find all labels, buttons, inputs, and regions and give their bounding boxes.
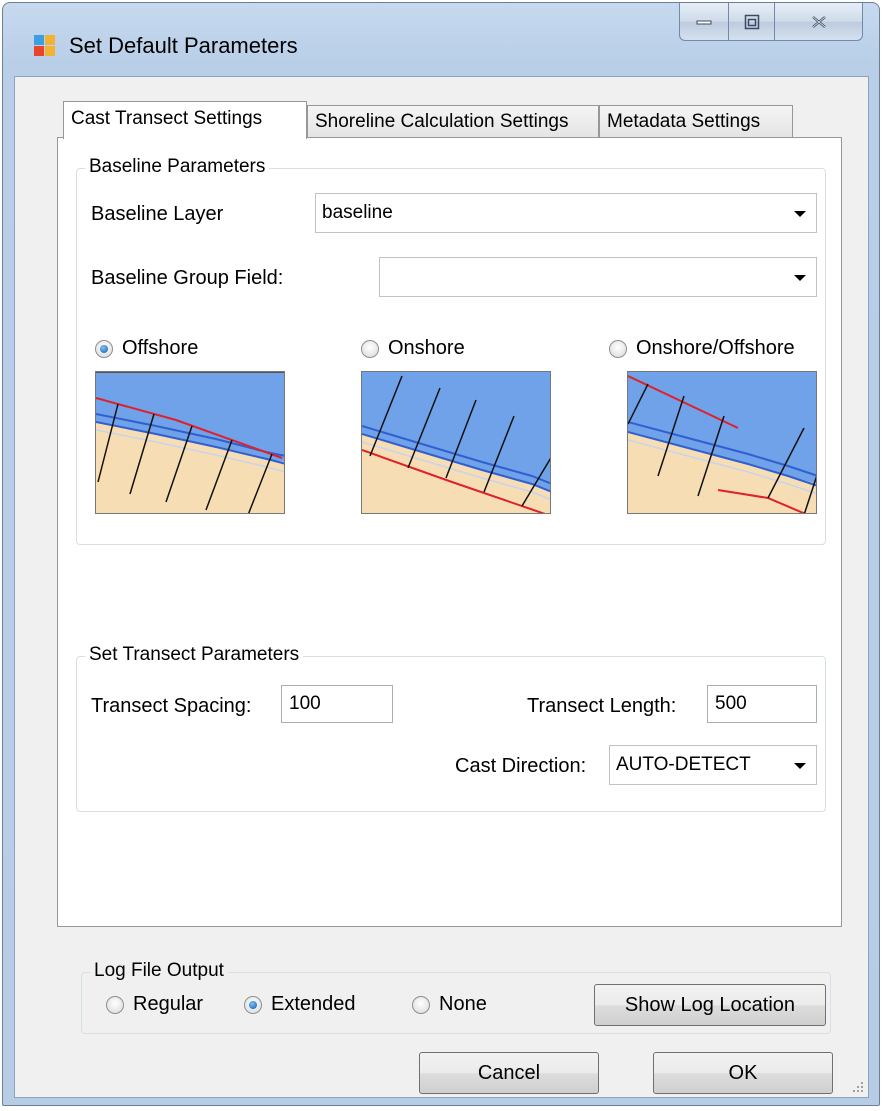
resize-grip-icon[interactable] — [852, 1081, 864, 1093]
radio-onshore-label: Onshore — [388, 337, 465, 359]
baseline-group-field-combo[interactable] — [379, 257, 817, 297]
radio-onshore-offshore-label: Onshore/Offshore — [636, 337, 795, 359]
tab-metadata-settings[interactable]: Metadata Settings — [599, 105, 793, 139]
offshore-diagram-image — [95, 371, 285, 514]
transect-length-label: Transect Length: — [527, 695, 677, 717]
radio-button-icon — [95, 339, 113, 358]
log-file-output-legend: Log File Output — [90, 960, 228, 982]
transect-length-input[interactable]: 500 — [707, 685, 817, 723]
app-icon — [34, 35, 56, 57]
radio-log-none[interactable]: None — [412, 993, 487, 1016]
title-bar[interactable]: Set Default Parameters — [3, 3, 879, 77]
cast-direction-value: AUTO-DETECT — [616, 754, 751, 775]
minimize-button[interactable] — [679, 3, 729, 41]
caption-buttons — [679, 3, 863, 41]
minimize-icon — [696, 20, 712, 24]
onshore-diagram-image — [361, 371, 551, 514]
dialog-client-area: Cast Transect Settings Shoreline Calcula… — [14, 76, 869, 1098]
window-title: Set Default Parameters — [69, 33, 298, 58]
transect-spacing-label: Transect Spacing: — [91, 695, 252, 717]
baseline-layer-combo[interactable]: baseline — [315, 193, 817, 233]
log-file-output-group: Log File Output Regular Extended None Sh… — [81, 960, 831, 1034]
tab-shoreline-calculation-settings[interactable]: Shoreline Calculation Settings — [307, 105, 599, 139]
cancel-button[interactable]: Cancel — [419, 1052, 599, 1094]
radio-offshore[interactable]: Offshore — [95, 337, 198, 360]
maximize-button[interactable] — [729, 3, 775, 41]
transect-parameters-group: Set Transect Parameters Transect Spacing… — [76, 644, 826, 812]
radio-onshore[interactable]: Onshore — [361, 337, 465, 360]
tab-cast-transect-settings[interactable]: Cast Transect Settings — [63, 101, 307, 139]
baseline-parameters-group: Baseline Parameters Baseline Layer basel… — [76, 156, 826, 545]
radio-log-extended[interactable]: Extended — [244, 993, 356, 1016]
close-icon — [811, 15, 826, 28]
baseline-parameters-legend: Baseline Parameters — [85, 156, 270, 178]
transect-parameters-legend: Set Transect Parameters — [85, 644, 304, 666]
baseline-layer-label: Baseline Layer — [91, 203, 224, 225]
ok-button[interactable]: OK — [653, 1052, 833, 1094]
chevron-down-icon — [794, 211, 806, 217]
transect-spacing-input[interactable]: 100 — [281, 685, 393, 723]
baseline-layer-value: baseline — [322, 202, 393, 223]
radio-button-icon — [244, 995, 262, 1014]
cast-direction-combo[interactable]: AUTO-DETECT — [609, 745, 817, 785]
show-log-location-button[interactable]: Show Log Location — [594, 984, 826, 1026]
radio-button-icon — [609, 339, 627, 358]
radio-button-icon — [106, 995, 124, 1014]
radio-button-icon — [361, 339, 379, 358]
chevron-down-icon — [794, 763, 806, 769]
onshore-offshore-diagram-image — [627, 371, 817, 514]
baseline-group-field-label: Baseline Group Field: — [91, 267, 284, 289]
radio-log-none-label: None — [439, 993, 487, 1015]
radio-log-regular[interactable]: Regular — [106, 993, 203, 1016]
radio-log-regular-label: Regular — [133, 993, 204, 1015]
cast-direction-label: Cast Direction: — [455, 755, 587, 777]
restore-icon — [744, 14, 759, 29]
radio-onshore-offshore[interactable]: Onshore/Offshore — [609, 337, 795, 360]
radio-log-extended-label: Extended — [271, 993, 356, 1015]
radio-offshore-label: Offshore — [122, 337, 199, 359]
chevron-down-icon — [794, 275, 806, 281]
tab-page-cast-transect: Baseline Parameters Baseline Layer basel… — [57, 137, 842, 927]
close-button[interactable] — [775, 3, 863, 41]
radio-button-icon — [412, 995, 430, 1014]
dialog-window: Set Default Parameters Cast Transect Set… — [2, 2, 880, 1106]
